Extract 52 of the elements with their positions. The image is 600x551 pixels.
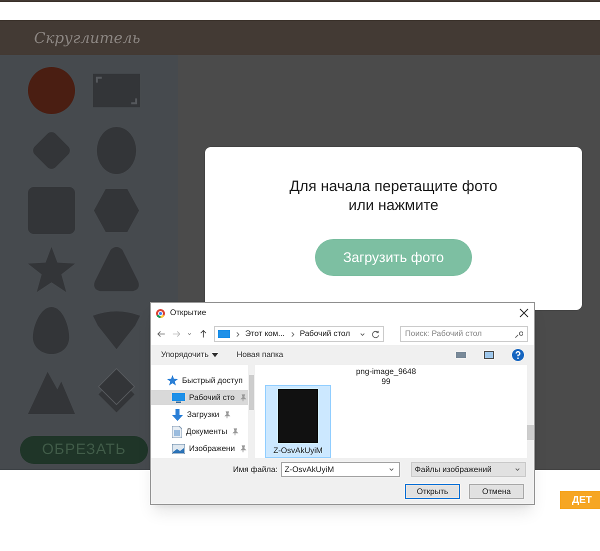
nav-item[interactable]: Документы	[151, 424, 248, 439]
dropdown-arrow-icon	[210, 351, 219, 359]
search-field[interactable]: Поиск: Рабочий стол	[400, 326, 528, 342]
file-thumbnail-item[interactable]: Z-OsvAkUyiM	[265, 385, 331, 458]
up-arrow-icon	[199, 329, 208, 339]
refresh-icon	[371, 330, 380, 338]
down-arrow-icon	[172, 408, 183, 420]
nav-item[interactable]: Загрузки	[151, 407, 248, 422]
forward-arrow-icon	[172, 329, 180, 339]
preview-pane-icon[interactable]	[484, 351, 494, 359]
chevron-down-icon	[186, 330, 194, 338]
filename-field[interactable]: Z-OsvAkUyiM	[280, 462, 400, 477]
filename-label: Имя файла:	[233, 464, 278, 476]
pin-icon	[231, 428, 240, 436]
new-folder-button[interactable]: Новая папка	[236, 349, 284, 361]
breadcrumb-item[interactable]: Рабочий стол	[300, 328, 350, 340]
organize-menu[interactable]: Упорядочить	[161, 349, 219, 361]
nav-item[interactable]: Быстрый доступ	[151, 373, 248, 388]
filename-value: Z-OsvAkUyiM	[284, 464, 335, 476]
file-name: Z-OsvAkUyiM	[273, 445, 323, 457]
chevron-right-icon	[234, 330, 242, 338]
breadcrumb-item[interactable]: Этот ком...	[245, 328, 285, 340]
pin-icon	[238, 394, 247, 402]
help-icon[interactable]	[512, 349, 524, 361]
browser-logo-icon	[156, 308, 165, 318]
address-bar[interactable]: Этот ком... Рабочий стол	[214, 326, 384, 342]
view-icon[interactable]	[456, 352, 466, 358]
chevron-right-icon	[288, 330, 296, 338]
search-icon	[514, 330, 523, 338]
star-icon	[167, 375, 178, 386]
filetype-dropdown[interactable]: Файлы изображений	[410, 462, 526, 477]
open-button[interactable]: Открыть	[405, 484, 460, 499]
document-icon	[172, 426, 182, 438]
nav-item[interactable]: Рабочий сто	[151, 390, 248, 405]
filetype-value: Файлы изображений	[414, 464, 493, 476]
picture-icon	[172, 444, 185, 454]
pin-icon	[223, 410, 232, 418]
badge: ДЕТ	[560, 491, 600, 509]
file-name-label[interactable]: png-image_964899	[355, 367, 417, 387]
upload-prompt: Для начала перетащите фото или нажмите	[288, 177, 498, 215]
nav-item[interactable]: Изображени	[151, 441, 248, 456]
app-logo: Скруглитель	[34, 28, 140, 50]
close-icon	[519, 308, 529, 318]
search-input[interactable]: Поиск: Рабочий стол	[405, 328, 514, 340]
dialog-title: Открытие	[170, 307, 206, 319]
circle-shape-icon[interactable]	[27, 66, 76, 115]
cancel-button[interactable]: Отмена	[469, 484, 524, 499]
back-arrow-icon	[157, 329, 166, 339]
monitor-icon	[218, 330, 230, 338]
monitor-icon	[172, 392, 185, 402]
photo-placeholder	[278, 389, 318, 443]
pin-icon	[238, 444, 247, 452]
